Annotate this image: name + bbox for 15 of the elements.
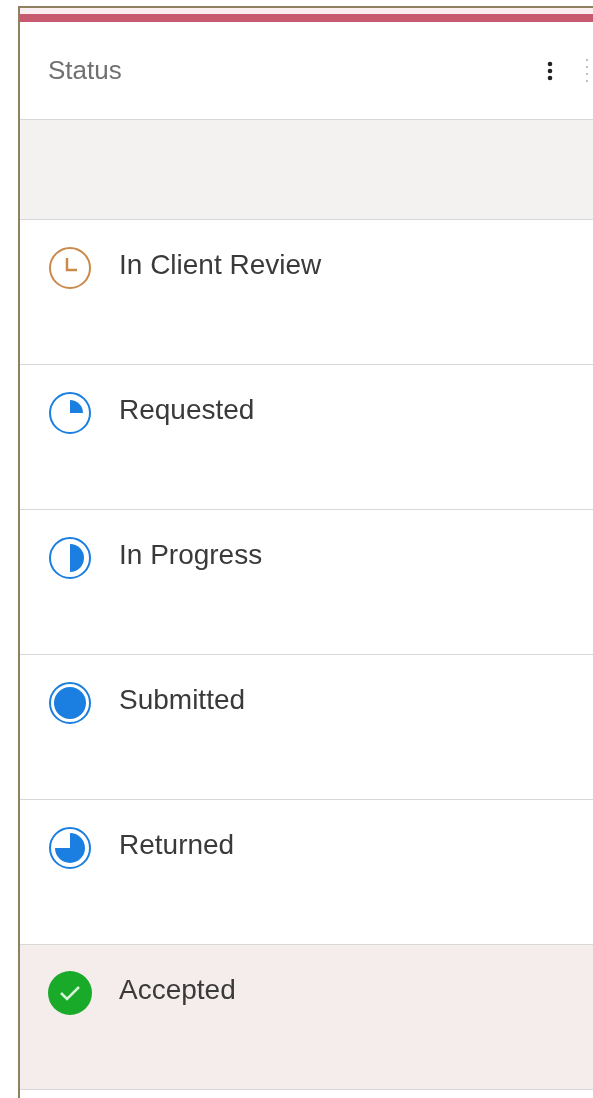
quarter-pie-icon <box>47 390 93 436</box>
clock-icon <box>47 245 93 291</box>
half-pie-icon <box>47 535 93 581</box>
status-label: Requested <box>119 393 255 427</box>
check-circle-icon <box>47 970 93 1016</box>
status-label: Submitted <box>119 683 246 717</box>
three-quarter-pie-icon <box>47 825 93 871</box>
status-label: Returned <box>119 828 235 862</box>
status-label: In Client Review <box>119 248 322 282</box>
column-title: Status <box>48 54 123 87</box>
status-label: Accepted <box>119 973 236 1007</box>
status-label: In Progress <box>119 538 263 572</box>
filled-circle-icon <box>47 680 93 726</box>
status-row[interactable]: Accepted <box>20 945 593 1090</box>
more-options-icon[interactable] <box>547 60 553 81</box>
